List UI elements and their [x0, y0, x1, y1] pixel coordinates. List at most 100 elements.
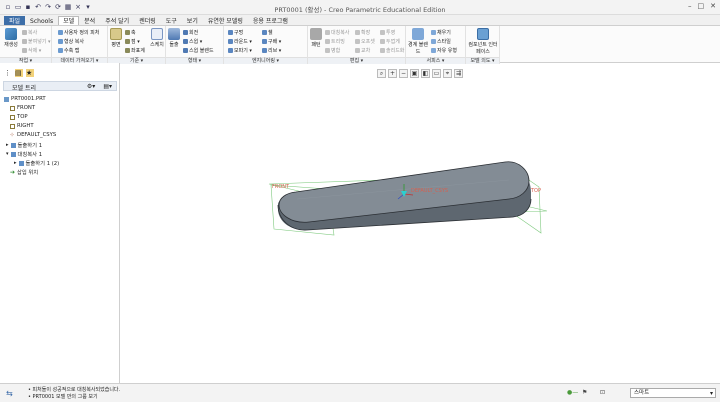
save-icon[interactable]: ▪ — [24, 3, 32, 11]
minimize-icon[interactable]: – — [688, 2, 692, 10]
regenerate-icon[interactable]: ⟳ — [54, 3, 62, 11]
tree-item-right[interactable]: RIGHT — [10, 123, 34, 129]
flag-icon[interactable]: ⚑ — [582, 389, 587, 396]
tab-tools[interactable]: 도구 — [161, 16, 182, 25]
axis-button[interactable]: 축 — [125, 29, 136, 36]
shrinkwrap-button[interactable]: 수축 랩 — [58, 47, 79, 54]
pattern-button[interactable]: 패턴 — [309, 28, 323, 48]
tab-schools[interactable]: Schools — [25, 16, 58, 25]
tab-view[interactable]: 보기 — [182, 16, 203, 25]
group-label-engineering[interactable]: 엔지니어링 ▾ — [224, 57, 307, 64]
tree-item-insert-here[interactable]: ➔ 삽입 위치 — [10, 168, 38, 176]
component-interface-button[interactable]: 컴포넌트 인터페이스 — [468, 28, 498, 55]
thicken-button[interactable]: 두껍게 — [380, 38, 400, 45]
close-window-icon[interactable]: × — [74, 3, 82, 11]
sweep-icon — [183, 39, 188, 44]
expand-icon[interactable]: ▸ — [14, 160, 17, 166]
display-style-icon[interactable]: ◧ — [421, 69, 430, 78]
mirror-button[interactable]: 대칭복사 — [325, 29, 349, 36]
copy-button[interactable]: 복사 — [22, 29, 37, 36]
undo-icon[interactable]: ↶ — [34, 3, 42, 11]
group-label-surfaces[interactable]: 서피스 ▾ — [406, 57, 465, 64]
sweep-button[interactable]: 스윕 ▾ — [183, 38, 202, 45]
extend-button[interactable]: 확장 — [355, 29, 370, 36]
fill-button[interactable]: 채우기 — [431, 29, 451, 36]
annotation-display-icon[interactable]: ⇶ — [454, 69, 463, 78]
tree-item-top[interactable]: TOP — [10, 114, 28, 120]
tree-item-csys[interactable]: ⊹ DEFAULT_CSYS — [10, 132, 56, 138]
point-button[interactable]: 점 ▾ — [125, 38, 140, 45]
favorites-icon[interactable]: ★ — [26, 69, 34, 77]
sketch-button[interactable]: 스케치 — [149, 28, 165, 48]
delete-button[interactable]: 삭제 ▾ — [22, 47, 41, 54]
tab-applications[interactable]: 응용 프로그램 — [248, 16, 293, 25]
freestyle-button[interactable]: 자유 유형 — [431, 47, 457, 54]
plane-button[interactable]: 평면 — [109, 28, 123, 48]
tree-item-mirror-1[interactable]: ▾ 대칭복사 1 — [6, 150, 42, 158]
zoom-out-icon[interactable]: − — [399, 69, 408, 78]
graphics-toolbar: ⌕ + − ▣ ◧ ▭ ⌖ ⇶ — [377, 69, 463, 78]
message-log-icon[interactable]: ⇆ — [6, 389, 13, 398]
hole-button[interactable]: 구멍 — [228, 29, 243, 36]
draft-button[interactable]: 구배 ▾ — [262, 38, 281, 45]
tab-render[interactable]: 렌더링 — [134, 16, 161, 25]
shell-button[interactable]: 쉘 — [262, 29, 273, 36]
swept-blend-button[interactable]: 스윕 블렌드 — [183, 47, 214, 54]
tree-item-extrude-1[interactable]: ▸ 돌출하기 1 — [6, 141, 42, 149]
intersect-button[interactable]: 교차 — [355, 47, 370, 54]
paste-button[interactable]: 붙여넣기 ▾ — [22, 38, 51, 45]
tab-annotate[interactable]: 주석 달기 — [100, 16, 134, 25]
group-label-shapes[interactable]: 형태 ▾ — [166, 57, 223, 64]
redo-icon[interactable]: ↷ — [44, 3, 52, 11]
expand-icon[interactable]: ▸ — [6, 142, 9, 148]
tab-analysis[interactable]: 분석 — [79, 16, 100, 25]
group-label-model-intent[interactable]: 모델 의도 ▾ — [466, 57, 499, 64]
repaint-icon[interactable]: ▣ — [410, 69, 419, 78]
round-button[interactable]: 라운드 ▾ — [228, 38, 252, 45]
udf-button[interactable]: 사용자 정의 피처 — [58, 29, 99, 36]
project-button[interactable]: 투영 — [380, 29, 395, 36]
tab-flexible-modeling[interactable]: 유연한 모델링 — [203, 16, 248, 25]
boundary-blend-button[interactable]: 경계 블렌드 — [407, 28, 429, 55]
model-viewport[interactable]: DEFAULT_CSYS FRONT TOP — [121, 81, 720, 383]
tree-item-front[interactable]: FRONT — [10, 105, 35, 111]
customize-toolbar-icon[interactable]: ▾ — [84, 3, 92, 11]
csys-button[interactable]: 좌표계 — [125, 47, 145, 54]
revolve-button[interactable]: 회전 — [183, 29, 198, 36]
selection-buffer-icon[interactable]: ⊡ — [600, 389, 605, 396]
tree-item-extrude-1-2[interactable]: ▸ 돌출하기 1 (2) — [14, 159, 59, 167]
saved-views-icon[interactable]: ▭ — [432, 69, 441, 78]
selection-filter-dropdown[interactable]: 스마트 — [630, 388, 716, 398]
model-tree-tab-icon[interactable]: ⋮ — [4, 69, 12, 77]
zoom-in-icon[interactable]: + — [388, 69, 397, 78]
datum-plane-icon — [10, 114, 15, 120]
rib-button[interactable]: 리브 ▾ — [262, 47, 281, 54]
regeneration-status-icon[interactable]: ●— — [567, 389, 578, 396]
new-file-icon[interactable]: ▫ — [4, 3, 12, 11]
refit-icon[interactable]: ⌕ — [377, 69, 386, 78]
status-message-1: • 피처들이 성공적으로 대칭복사되었습니다. — [28, 387, 121, 393]
offset-button[interactable]: 오프셋 — [355, 38, 375, 45]
close-icon[interactable]: ✕ — [710, 2, 716, 10]
tab-model[interactable]: 모델 — [58, 16, 80, 25]
merge-button[interactable]: 병합 — [325, 47, 340, 54]
maximize-icon[interactable]: □ — [698, 2, 705, 10]
style-button[interactable]: 스타일 — [431, 38, 451, 45]
solidify-button[interactable]: 솔리드화 — [380, 47, 404, 54]
chamfer-button[interactable]: 모따기 ▾ — [228, 47, 252, 54]
extrude-button[interactable]: 돌출 — [167, 28, 181, 48]
tab-file[interactable]: 파일 — [4, 16, 26, 25]
datum-display-icon[interactable]: ⌖ — [443, 69, 452, 78]
folder-browser-icon[interactable]: ▤ — [15, 69, 23, 77]
copy-geometry-button[interactable]: 형상 복사 — [58, 38, 84, 45]
windows-icon[interactable]: ▦ — [64, 3, 72, 11]
trim-button[interactable]: 트리밍 — [325, 38, 345, 45]
tree-settings-icon[interactable]: ⚙▾ — [87, 83, 95, 90]
collapse-icon[interactable]: ▾ — [6, 151, 9, 157]
regenerate-button[interactable]: 재생성 — [3, 28, 19, 48]
open-file-icon[interactable]: ▭ — [14, 3, 22, 11]
tree-item-part[interactable]: PRT0001.PRT — [4, 96, 46, 102]
group-label-editing[interactable]: 편집 ▾ — [308, 57, 405, 64]
show-options-icon[interactable]: ▤▾ — [103, 83, 112, 90]
graphics-area[interactable]: DEFAULT_CSYS FRONT TOP — [121, 81, 720, 383]
